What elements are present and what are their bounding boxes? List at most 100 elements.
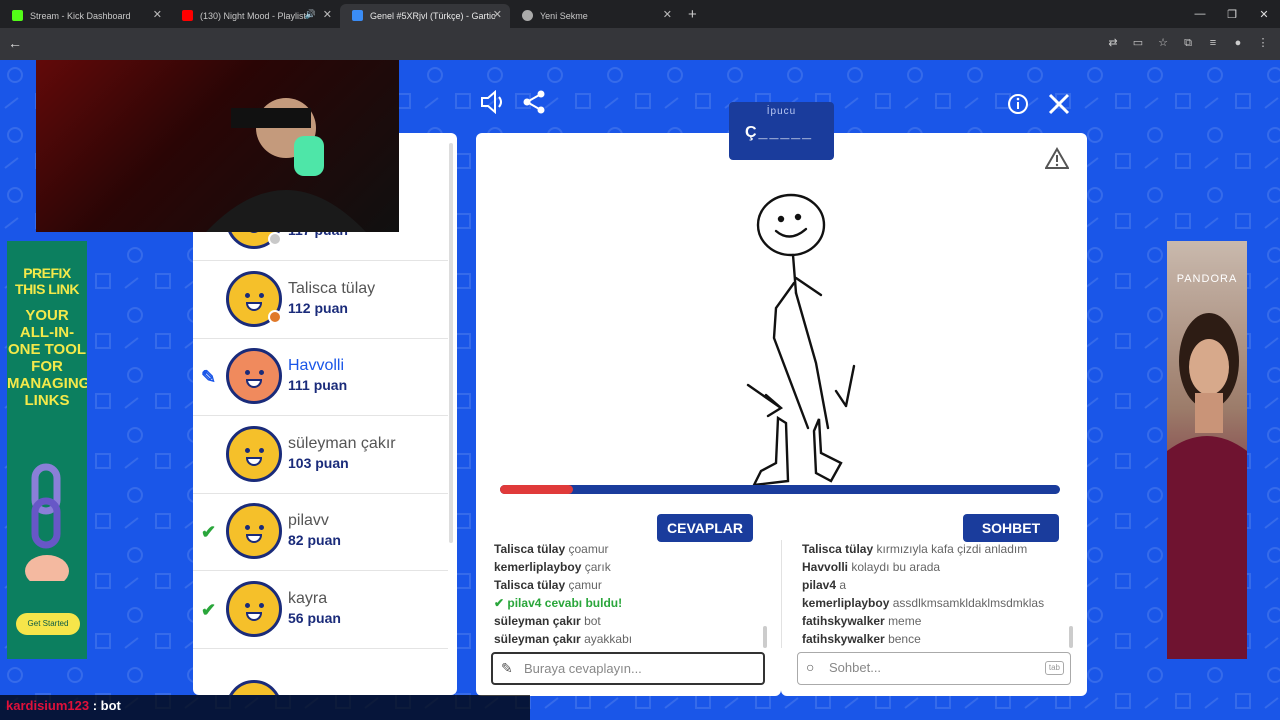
player-row-partial — [193, 671, 448, 695]
message-user: pilav4 — [802, 578, 837, 592]
menu-icon[interactable]: ⋮ — [1256, 36, 1270, 50]
avatar-eye — [259, 602, 264, 608]
avatar-eye — [245, 370, 250, 375]
chat-scrollbar[interactable] — [1069, 626, 1073, 648]
message-text: kolaydı bu arada — [851, 560, 941, 574]
message-user: fatihskywalker — [802, 614, 885, 628]
cast-icon[interactable]: ▭ — [1131, 36, 1145, 50]
extensions-icon[interactable]: ⧉ — [1181, 36, 1195, 50]
report-warning-icon[interactable] — [1044, 147, 1070, 174]
answers-scrollbar[interactable] — [763, 626, 767, 648]
maximize-icon[interactable]: ❐ — [1216, 8, 1248, 21]
avatar-eye — [245, 602, 250, 608]
player-name: pilavv — [288, 512, 329, 529]
streamer-figure — [206, 98, 366, 232]
player-avatar — [226, 680, 282, 695]
translate-icon[interactable]: ⇄ — [1106, 36, 1120, 50]
pencil-icon: ✎ — [201, 367, 217, 387]
window-close-icon[interactable]: ✕ — [1248, 8, 1280, 21]
player-row[interactable]: ✔ pilavv 82 puan — [193, 494, 448, 571]
player-avatar — [226, 580, 282, 637]
player-status-badge — [268, 232, 282, 246]
player-avatar — [226, 348, 282, 404]
chrome-icon — [522, 10, 533, 21]
players-scrollbar[interactable] — [449, 143, 453, 543]
player-row[interactable]: Talisca tülay 112 puan — [193, 262, 448, 339]
message-user: Talisca tülay — [494, 542, 566, 556]
new-tab-icon[interactable]: + — [688, 6, 697, 23]
player-row[interactable]: süleyman çakır 103 puan — [193, 417, 448, 494]
avatar-mouth — [246, 611, 262, 621]
message-user: süleyman çakır — [494, 614, 581, 628]
tab-title: Yeni Sekme — [540, 11, 588, 21]
browser-tab-new[interactable]: Yeni Sekme ✕ — [510, 4, 680, 28]
star-icon[interactable]: ☆ — [1156, 36, 1170, 50]
message-text: meme — [888, 614, 922, 628]
chat-input[interactable]: ○ Sohbet... tab — [797, 652, 1071, 685]
drawing-canvas[interactable] — [476, 133, 1087, 567]
stream-chat-user: kardisium123 — [6, 698, 90, 713]
ad-left[interactable]: PREFIX THIS LINK YOUR ALL-IN-ONE TOOL FO… — [7, 241, 87, 659]
tab-title: Genel #5XRjvl (Türkçe) - Gartic — [370, 11, 496, 21]
answers-tab[interactable]: CEVAPLAR — [657, 514, 753, 542]
profile-icon[interactable]: ● — [1231, 36, 1245, 50]
answers-list: Talisca tülay çoamur kemerliplayboy çarık… — [476, 540, 781, 648]
player-score: 111 puan — [288, 377, 348, 393]
tab-key-hint: tab — [1044, 661, 1064, 675]
chat-message: süleyman çakır bot — [494, 612, 763, 630]
ad-cta-button[interactable]: Get Started — [16, 613, 80, 635]
player-row[interactable]: ✔ kayra 56 puan — [193, 572, 448, 649]
answer-input[interactable]: ✎ Buraya cevaplayın... — [491, 652, 765, 685]
check-icon: ✔ — [201, 599, 217, 620]
message-user: fatihskywalker — [802, 632, 885, 646]
avatar-eye — [259, 525, 264, 530]
chat-message: Talisca tülay çamur — [494, 576, 763, 594]
close-icon[interactable]: ✕ — [153, 8, 162, 21]
back-arrow-icon[interactable]: ← — [8, 35, 22, 51]
stream-chat-overlay: kardisium123 : bot — [0, 695, 530, 720]
minimize-icon[interactable]: — — [1184, 8, 1216, 20]
player-name: Talisca tülay — [288, 279, 376, 297]
media-icon[interactable]: ≡ — [1206, 36, 1220, 50]
search-bubble-icon: ○ — [806, 659, 815, 675]
avatar-eye — [245, 292, 250, 298]
chat-message: fatihskywalker bence — [802, 630, 1069, 648]
close-icon[interactable]: ✕ — [663, 8, 672, 21]
speaker-icon[interactable]: 🔊 — [305, 9, 316, 20]
message-text: çoamur — [568, 542, 609, 556]
message-text: ayakkabı — [584, 632, 633, 646]
ad-right[interactable]: PANDORA — [1167, 241, 1247, 659]
info-icon[interactable] — [1007, 93, 1029, 115]
avatar-mouth — [246, 456, 262, 466]
youtube-icon — [182, 10, 193, 21]
chat-list: Talisca tülay kırmızıyla kafa çizdi anla… — [781, 540, 1087, 648]
message-user: kemerliplayboy — [802, 596, 890, 610]
player-name: kayra — [288, 589, 328, 607]
tab-title: Stream - Kick Dashboard — [30, 11, 131, 21]
avatar-eye — [259, 292, 264, 298]
close-icon[interactable]: ✕ — [493, 8, 502, 21]
player-name: süleyman çakır — [288, 434, 396, 452]
player-row[interactable]: ✎ Havvolli 111 puan — [193, 339, 448, 416]
share-icon[interactable] — [522, 90, 546, 114]
chat-message: kemerliplayboy çarık — [494, 558, 763, 576]
sound-icon[interactable] — [480, 90, 506, 114]
player-score: 82 puan — [288, 532, 341, 548]
round-timer-bar — [500, 485, 1060, 494]
browser-tab-gartic[interactable]: Genel #5XRjvl (Türkçe) - Gartic ✕ — [340, 4, 510, 28]
message-text: bot — [584, 614, 601, 628]
browser-tab-youtube[interactable]: (130) Night Mood - Playlist 🔊 ✕ — [170, 4, 340, 28]
ad-portrait — [1167, 313, 1247, 659]
exit-icon[interactable] — [1048, 93, 1070, 115]
chat-message: süleyman çakır ayakkabı — [494, 630, 763, 648]
close-icon[interactable]: ✕ — [323, 8, 332, 21]
chat-message: Talisca tülay kırmızıyla kafa çizdi anla… — [802, 540, 1069, 558]
avatar-mouth — [246, 301, 262, 311]
avatar-mouth — [246, 379, 262, 388]
avatar-eye — [245, 447, 250, 453]
chat-message: ✔ pilav4 cevabı buldu! — [494, 594, 763, 612]
stream-chat-text: : bot — [92, 698, 121, 713]
browser-tab-kick[interactable]: Stream - Kick Dashboard ✕ — [0, 4, 170, 28]
chat-tab[interactable]: SOHBET — [963, 514, 1059, 542]
answer-placeholder: Buraya cevaplayın... — [524, 661, 642, 676]
